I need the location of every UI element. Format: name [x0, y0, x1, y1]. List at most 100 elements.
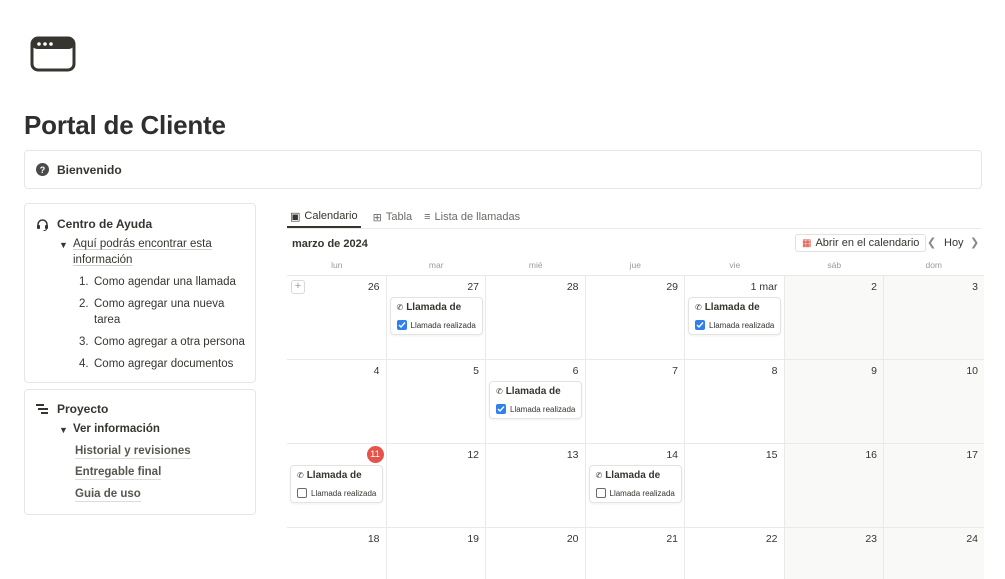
day-number: 5 — [473, 365, 479, 377]
day-number: 24 — [966, 533, 978, 545]
event-card[interactable]: ✆ Llamada de Llamada realizada — [688, 297, 781, 335]
tab-calendario[interactable]: ▣ Calendario — [287, 206, 361, 228]
browser-window-icon — [30, 36, 76, 72]
calendar-day-cell[interactable]: 28 — [486, 276, 586, 360]
calendar-day-cell[interactable]: 5 — [386, 360, 486, 444]
weekday-label: mié — [528, 260, 543, 270]
checkbox-label: Llamada realizada — [609, 488, 675, 498]
day-number: 2 — [871, 281, 877, 293]
tab-tabla[interactable]: ⊞ Tabla — [373, 206, 413, 228]
list-number: 2. — [79, 298, 89, 310]
calendar-day-cell[interactable]: 13 — [486, 444, 586, 528]
tabs-divider — [287, 228, 981, 229]
link-history[interactable]: Historial y revisiones — [75, 444, 191, 459]
day-number: 10 — [966, 365, 978, 377]
calendar-day-cell[interactable]: 15 — [685, 444, 785, 528]
day-number: 22 — [765, 533, 778, 545]
project-title: Proyecto — [57, 402, 109, 416]
chevron-right-icon[interactable]: ❯ — [970, 236, 979, 249]
day-number: 17 — [966, 449, 978, 461]
calendar-day-cell[interactable]: 2 — [784, 276, 884, 360]
checkbox-unchecked[interactable] — [297, 488, 307, 498]
day-number: 3 — [972, 281, 978, 293]
weekday-label: lun — [331, 260, 343, 270]
page-title: Portal de Cliente — [24, 110, 226, 140]
event-card[interactable]: ✆ Llamada de Llamada realizada — [489, 381, 582, 419]
open-calendar-button[interactable]: ▦ Abrir en el calendario — [795, 234, 927, 252]
welcome-callout[interactable]: ? Bienvenido — [24, 150, 982, 189]
tab-label: Lista de llamadas — [434, 211, 521, 223]
table-icon: ⊞ — [372, 211, 382, 224]
chevron-left-icon[interactable]: ❮ — [927, 236, 936, 249]
calendar-day-cell[interactable]: 14 ✆ Llamada de Llamada realizada — [585, 444, 685, 528]
calendar-day-cell[interactable]: 10 — [884, 360, 984, 444]
checkbox-label: Llamada realizada — [410, 320, 476, 330]
list-number: 3. — [79, 336, 89, 348]
checkbox-unchecked[interactable] — [595, 488, 606, 498]
day-number: 18 — [367, 533, 380, 545]
checkbox-checked[interactable] — [695, 320, 705, 330]
event-card[interactable]: ✆ Llamada de Llamada realizada — [588, 465, 682, 503]
project-heading: Proyecto — [35, 402, 108, 416]
list-item: 3. Como agregar a otra persona — [79, 334, 245, 350]
calendar-day-cell[interactable]: 20 — [486, 528, 586, 579]
calendar-day-cell[interactable]: 24 — [884, 528, 984, 579]
event-title: Llamada de — [306, 470, 362, 481]
toggle-triangle-icon[interactable]: ▼ — [59, 421, 73, 438]
checkbox-label: Llamada realizada — [311, 488, 377, 498]
calendar-day-cell[interactable]: 8 — [685, 360, 785, 444]
calendar-day-cell[interactable]: 9 — [784, 360, 884, 444]
weekday-label: dom — [925, 260, 943, 270]
calendar-day-cell[interactable]: 19 — [387, 528, 486, 579]
calendar-day-cell[interactable]: 11 ✆ Llamada de Llamada realizada — [287, 444, 387, 528]
toggle-triangle-icon[interactable]: ▼ — [59, 236, 73, 268]
weekday-label: sáb — [827, 260, 842, 270]
calendar-day-cell[interactable]: 29 — [585, 276, 685, 360]
calendar-day-cell[interactable]: 27 ✆ Llamada de Llamada realizada — [386, 276, 486, 360]
tab-label: Calendario — [304, 210, 358, 222]
phone-icon: ✆ — [496, 387, 503, 396]
checkbox-checked[interactable] — [396, 320, 407, 330]
event-card[interactable]: ✆ Llamada de Llamada realizada — [290, 465, 383, 503]
calendar-day-cell[interactable]: 16 — [784, 444, 884, 528]
calendar-day-cell[interactable]: 3 — [884, 276, 984, 360]
checkbox-checked[interactable] — [496, 404, 506, 414]
help-toggle[interactable]: ▼ Aquí podrás encontrar esta información — [59, 236, 243, 268]
calendar-day-cell[interactable]: 22 — [685, 528, 785, 579]
phone-icon: ✆ — [695, 303, 702, 312]
calendar-day-cell[interactable]: 18 — [287, 528, 387, 579]
calendar-day-cell[interactable]: 4 — [287, 360, 387, 444]
calendar-day-cell[interactable]: 17 — [884, 444, 984, 528]
event-title: Llamada de — [605, 470, 661, 481]
event-card[interactable]: ✆ Llamada de Llamada realizada — [389, 297, 483, 335]
link-usage-guide[interactable]: Guia de uso — [75, 487, 141, 502]
event-title: Llamada de — [406, 302, 462, 313]
question-circle-icon: ? — [36, 163, 49, 176]
link-deliverable[interactable]: Entregable final — [75, 465, 162, 480]
day-number: 20 — [566, 533, 579, 545]
help-center-box: Centro de Ayuda ▼ Aquí podrás encontrar … — [24, 203, 256, 383]
day-number: 16 — [865, 449, 877, 461]
callout-text: Bienvenido — [57, 162, 122, 177]
add-event-button[interactable]: + — [291, 280, 305, 294]
calendar-day-cell[interactable]: 1 mar ✆ Llamada de Llamada realizada — [685, 276, 785, 360]
day-number: 21 — [666, 533, 678, 545]
today-button[interactable]: Hoy — [944, 237, 964, 249]
day-number: 6 — [572, 365, 579, 377]
calendar-day-cell[interactable]: 21 — [586, 528, 685, 579]
day-number: 8 — [771, 365, 778, 377]
day-number: 1 mar — [750, 281, 778, 293]
phone-icon: ✆ — [396, 303, 404, 312]
calendar-day-cell[interactable]: 23 — [784, 528, 884, 579]
day-number: 26 — [367, 281, 380, 293]
calendar-day-cell[interactable]: 12 — [386, 444, 486, 528]
event-title: Llamada de — [704, 302, 760, 313]
calendar-day-cell[interactable]: 7 — [585, 360, 685, 444]
today-badge: 11 — [366, 446, 384, 463]
project-toggle[interactable]: ▼ Ver información — [59, 421, 243, 438]
help-center-title: Centro de Ayuda — [57, 217, 153, 231]
calendar-day-cell[interactable]: + 26 — [287, 276, 387, 360]
tab-lista-llamadas[interactable]: ≡ Lista de llamadas — [424, 206, 520, 228]
calendar-day-cell[interactable]: 6 ✆ Llamada de Llamada realizada — [486, 360, 586, 444]
event-title: Llamada de — [505, 386, 561, 397]
